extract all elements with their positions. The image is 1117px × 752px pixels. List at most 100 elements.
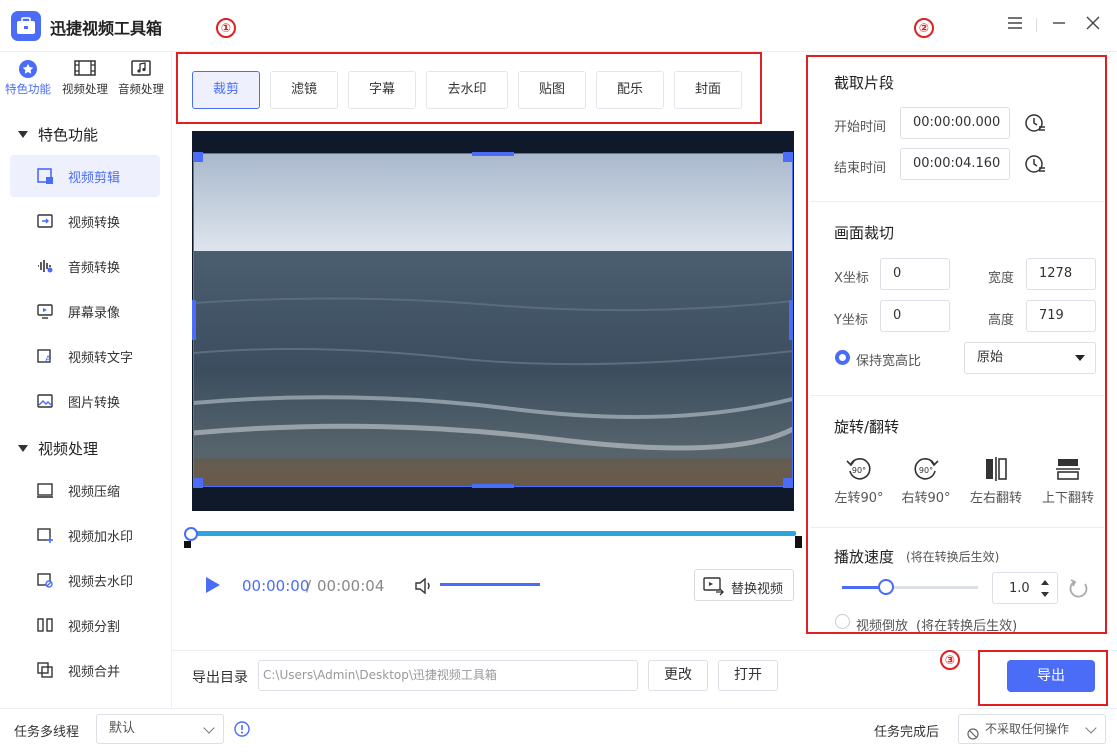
rotate-right-button[interactable]: 90° 右转90° [896,455,956,506]
tool-cover-button[interactable]: 封面 [674,71,742,109]
info-icon[interactable] [234,721,250,737]
replace-video-button[interactable]: 替换视频 [694,569,794,601]
minimize-icon[interactable] [1050,16,1068,34]
stepper-down-icon[interactable] [1041,592,1049,597]
sidebar-item-label: 视频去水印 [68,575,134,590]
music-icon [113,60,169,78]
tool-music-button[interactable]: 配乐 [596,71,664,109]
timeline-end-marker[interactable] [795,536,802,548]
tool-filter-button[interactable]: 滤镜 [270,71,338,109]
tab-featured-label: 特色功能 [5,82,51,96]
reverse-radio[interactable] [835,614,850,629]
menu-icon[interactable] [1006,16,1024,34]
section-video-processing[interactable]: 视频处理 [18,438,98,459]
title-bar: 迅捷视频工具箱 ① ② [0,0,1117,52]
speed-slider-thumb[interactable] [878,579,894,595]
rotate-right-label: 右转90° [901,491,951,506]
tool-remove-watermark-button[interactable]: 去水印 [426,71,508,109]
crop-selection-box[interactable] [193,153,793,487]
clip-section-title: 截取片段 [834,74,895,92]
y-coord-input[interactable]: 0 [880,300,950,332]
sidebar-item-video-merge[interactable]: 视频合并 [10,649,160,691]
replace-video-icon [703,576,725,600]
tab-audio-processing[interactable]: 音频处理 [113,60,169,97]
y-coord-label: Y坐标 [834,313,868,328]
x-coord-input[interactable]: 0 [880,258,950,290]
sidebar-item-label: 视频转换 [68,216,121,231]
crop-handle-bl[interactable] [193,478,203,488]
annotation-marker-2: ② [914,18,934,38]
close-icon[interactable] [1084,16,1102,34]
tab-video-processing[interactable]: 视频处理 [57,60,113,97]
crop-handle-tr[interactable] [783,152,793,162]
start-time-input[interactable]: 00:00:00.000 [900,107,1010,139]
set-start-time-icon[interactable] [1024,112,1046,134]
tool-crop-button[interactable]: 裁剪 [192,71,260,109]
tool-subtitle-button[interactable]: 字幕 [348,71,416,109]
flip-vertical-button[interactable]: 上下翻转 [1038,455,1098,506]
sidebar-item-add-watermark[interactable]: 视频加水印 [10,514,160,556]
volume-slider[interactable] [440,583,540,586]
chevron-down-icon [1085,722,1097,734]
crop-handle-bottom[interactable] [472,484,514,488]
open-dir-button[interactable]: 打开 [718,660,778,691]
width-label: 宽度 [988,271,1015,286]
section-featured[interactable]: 特色功能 [18,124,98,145]
crop-handle-br[interactable] [783,478,793,488]
set-end-time-icon[interactable] [1024,153,1046,175]
sidebar-item-video-convert[interactable]: 视频转换 [10,200,160,242]
rotate-left-icon: 90° [846,458,871,480]
annotation-marker-3: ③ [940,650,960,670]
ratio-select[interactable]: 原始 [964,342,1096,374]
speed-stepper[interactable]: 1.0 [992,572,1058,604]
section-divider [810,527,1104,528]
height-input[interactable]: 719 [1026,300,1096,332]
sidebar-item-screen-record[interactable]: 屏幕录像 [10,290,160,332]
end-time-input[interactable]: 00:00:04.160 [900,148,1010,180]
after-task-select[interactable]: 不采取任何操作 [958,714,1106,744]
timeline-bar[interactable] [190,531,796,536]
crop-handle-right[interactable] [789,300,793,340]
film-icon [57,60,113,78]
keep-ratio-radio[interactable] [835,350,850,365]
timeline-start-marker[interactable] [184,541,191,548]
sidebar-item-video-split[interactable]: 视频分割 [10,604,160,646]
rotate-left-badge: 90° [852,466,866,475]
flip-horizontal-button[interactable]: 左右翻转 [966,455,1026,506]
app-logo-icon [11,11,41,41]
video-crop-icon [36,167,54,185]
export-button[interactable]: 导出 [1007,660,1095,692]
crop-handle-tl[interactable] [193,152,203,162]
reset-speed-icon[interactable] [1068,577,1090,599]
tool-sticker-button[interactable]: 贴图 [518,71,586,109]
sidebar-item-video-to-text[interactable]: A 视频转文字 [10,335,160,377]
tab-featured[interactable]: 特色功能 [0,60,56,97]
timeline-playhead[interactable] [184,527,198,541]
sidebar: 特色功能 视频处理 音频处理 特色功能 视频剪辑 视频转换 音频转换 屏幕录像 … [0,52,172,708]
export-path-input[interactable]: C:\Users\Admin\Desktop\迅捷视频工具箱 [258,660,638,691]
collapse-triangle-icon [18,131,28,138]
sidebar-item-video-compress[interactable]: 视频压缩 [10,469,160,511]
section-featured-label: 特色功能 [38,126,99,144]
time-separator: / [306,577,312,595]
flip-vertical-label: 上下翻转 [1041,491,1094,506]
rotate-left-button[interactable]: 90° 左转90° [829,455,889,506]
crop-handle-top[interactable] [472,152,514,156]
sidebar-item-remove-watermark[interactable]: 视频去水印 [10,559,160,601]
volume-icon[interactable] [414,577,434,595]
sidebar-item-label: 视频加水印 [68,530,134,545]
sidebar-item-image-convert[interactable]: 图片转换 [10,380,160,422]
stepper-up-icon[interactable] [1041,580,1049,585]
annotation-marker-1: ① [216,18,236,38]
change-dir-button[interactable]: 更改 [648,660,708,691]
current-time: 00:00:00 [242,577,310,595]
image-convert-icon [36,392,54,410]
threads-select[interactable]: 默认 [96,714,224,744]
width-input[interactable]: 1278 [1026,258,1096,290]
compress-icon [36,481,54,499]
play-icon[interactable] [206,577,220,593]
sidebar-item-audio-convert[interactable]: 音频转换 [10,245,160,287]
sidebar-item-video-edit[interactable]: 视频剪辑 [10,155,160,197]
window-divider [1036,18,1037,32]
crop-handle-left[interactable] [192,300,196,340]
